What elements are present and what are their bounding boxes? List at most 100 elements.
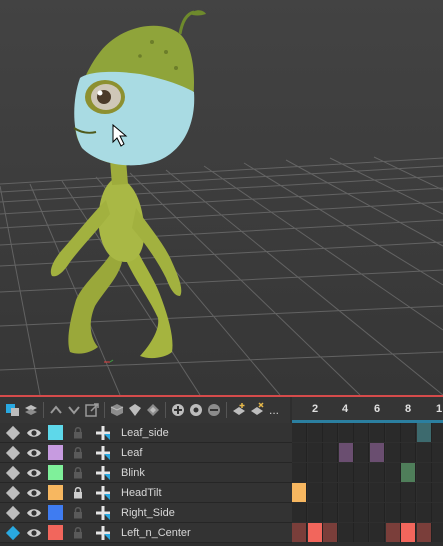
move-down-icon[interactable] bbox=[65, 402, 82, 419]
keyframe-cell[interactable] bbox=[307, 463, 323, 482]
layer-color-swatch[interactable] bbox=[48, 505, 63, 520]
keyframe-cell[interactable] bbox=[354, 443, 370, 462]
layer-color-swatch[interactable] bbox=[48, 525, 63, 540]
keyframe-add-icon[interactable] bbox=[230, 402, 247, 419]
keyframe-cell[interactable] bbox=[338, 463, 354, 482]
keyframe-cell[interactable] bbox=[385, 443, 401, 462]
keyframe-cell[interactable] bbox=[432, 503, 443, 522]
keyframe-cell[interactable] bbox=[385, 423, 401, 442]
keyframe-cell[interactable] bbox=[370, 423, 385, 442]
keyframe-cell[interactable] bbox=[292, 503, 307, 522]
layer-row[interactable]: Left_n_Center bbox=[0, 523, 292, 543]
diamond-icon[interactable] bbox=[5, 425, 21, 440]
keyframe-cell[interactable] bbox=[323, 443, 339, 462]
diamond-icon[interactable] bbox=[5, 525, 21, 540]
keyframe-cell[interactable] bbox=[354, 463, 370, 482]
eye-icon[interactable] bbox=[26, 487, 42, 499]
keyframe-cell[interactable] bbox=[401, 483, 417, 502]
keyframe-cell[interactable] bbox=[370, 523, 385, 542]
diamond-icon[interactable] bbox=[5, 465, 21, 480]
keyframe-cell[interactable] bbox=[416, 503, 432, 522]
keyframe-cell[interactable] bbox=[401, 503, 417, 522]
keyframe-cell[interactable] bbox=[338, 503, 354, 522]
layer-row[interactable]: HeadTilt bbox=[0, 483, 292, 503]
keyframe-clear-icon[interactable] bbox=[248, 402, 265, 419]
lock-icon[interactable] bbox=[73, 426, 83, 439]
eye-icon[interactable] bbox=[26, 527, 42, 539]
keyframe[interactable] bbox=[307, 523, 323, 542]
keyframe-cell[interactable] bbox=[323, 463, 339, 482]
keyframe-cell[interactable] bbox=[292, 463, 307, 482]
keyframe-cell[interactable] bbox=[323, 423, 339, 442]
keyframe-cell[interactable] bbox=[432, 463, 443, 482]
keyframe-cell[interactable] bbox=[307, 423, 323, 442]
gear-icon[interactable] bbox=[187, 402, 204, 419]
layer-row[interactable]: Leaf_side bbox=[0, 423, 292, 443]
layer-row[interactable]: Right_Side bbox=[0, 503, 292, 523]
layer-color-swatch[interactable] bbox=[48, 465, 63, 480]
keyframe[interactable] bbox=[385, 523, 401, 542]
keyframe-cell[interactable] bbox=[354, 523, 370, 542]
material-icon[interactable] bbox=[144, 402, 161, 419]
layer-color-swatch[interactable] bbox=[48, 485, 63, 500]
lock-icon[interactable] bbox=[73, 446, 83, 459]
lock-icon[interactable] bbox=[73, 526, 83, 539]
keyframe-cell[interactable] bbox=[354, 423, 370, 442]
move-icon[interactable] bbox=[95, 445, 111, 461]
keyframe-cell[interactable] bbox=[307, 443, 323, 462]
diamond-icon[interactable] bbox=[5, 445, 21, 460]
move-icon[interactable] bbox=[95, 505, 111, 521]
keyframe-cell[interactable] bbox=[370, 503, 385, 522]
keyframe-cell[interactable] bbox=[432, 483, 443, 502]
keyframe-cell[interactable] bbox=[385, 503, 401, 522]
diamond-icon[interactable] bbox=[5, 485, 21, 500]
lock-icon[interactable] bbox=[73, 506, 83, 519]
timeline-ruler[interactable]: 2 4 6 8 1 bbox=[292, 397, 443, 423]
keyframe-cell[interactable] bbox=[338, 523, 354, 542]
keyframe[interactable] bbox=[292, 483, 307, 502]
keyframe-cell[interactable] bbox=[416, 463, 432, 482]
keyframe-cell[interactable] bbox=[323, 483, 339, 502]
layer-group-icon[interactable] bbox=[22, 402, 39, 419]
layer-color-swatch[interactable] bbox=[48, 425, 63, 440]
add-icon[interactable] bbox=[169, 402, 186, 419]
keyframe-cell[interactable] bbox=[370, 483, 385, 502]
layer-row[interactable]: Leaf bbox=[0, 443, 292, 463]
eye-icon[interactable] bbox=[26, 467, 42, 479]
diamond-icon[interactable] bbox=[5, 505, 21, 520]
keyframe[interactable] bbox=[401, 463, 417, 482]
keyframe-cell[interactable] bbox=[416, 443, 432, 462]
keyframe[interactable] bbox=[416, 423, 432, 442]
keyframe-cell[interactable] bbox=[323, 503, 339, 522]
keyframe-cell[interactable] bbox=[401, 423, 417, 442]
keyframe-cell[interactable] bbox=[354, 483, 370, 502]
more-options-button[interactable]: ... bbox=[269, 403, 279, 417]
keyframe-cell[interactable] bbox=[338, 423, 354, 442]
lock-icon[interactable] bbox=[73, 466, 83, 479]
object-icon[interactable] bbox=[108, 402, 125, 419]
move-icon[interactable] bbox=[95, 425, 111, 441]
move-icon[interactable] bbox=[95, 525, 111, 541]
keyframe-cell[interactable] bbox=[432, 423, 443, 442]
keyframe-cell[interactable] bbox=[292, 443, 307, 462]
sphere-icon[interactable] bbox=[126, 402, 143, 419]
keyframe[interactable] bbox=[416, 523, 432, 542]
eye-icon[interactable] bbox=[26, 447, 42, 459]
layer-link-icon[interactable] bbox=[4, 402, 21, 419]
keyframe-cell[interactable] bbox=[416, 483, 432, 502]
layer-color-swatch[interactable] bbox=[48, 445, 63, 460]
keyframe[interactable] bbox=[401, 523, 417, 542]
keyframe[interactable] bbox=[338, 443, 354, 462]
layer-row[interactable]: Blink bbox=[0, 463, 292, 483]
keyframe-cell[interactable] bbox=[338, 483, 354, 502]
lock-icon[interactable] bbox=[73, 486, 83, 499]
keyframe[interactable] bbox=[292, 523, 307, 542]
eye-icon[interactable] bbox=[26, 427, 42, 439]
move-up-icon[interactable] bbox=[47, 402, 64, 419]
keyframe-cell[interactable] bbox=[307, 483, 323, 502]
keyframe-cell[interactable] bbox=[292, 423, 307, 442]
keyframe-cell[interactable] bbox=[385, 483, 401, 502]
keyframe-cell[interactable] bbox=[385, 463, 401, 482]
keyframe-cell[interactable] bbox=[432, 443, 443, 462]
keyframe[interactable] bbox=[370, 443, 385, 462]
